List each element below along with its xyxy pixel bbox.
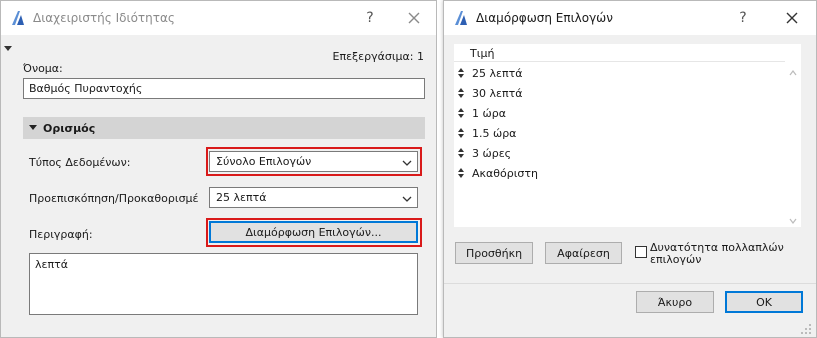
dialog-title: Διαμόρφωση Επιλογών	[476, 11, 613, 25]
option-value: 1 ώρα	[472, 106, 506, 120]
expand-arrow-icon[interactable]	[4, 42, 12, 55]
option-value: 3 ώρες	[472, 146, 512, 160]
configure-options-titlebar: Διαμόρφωση Επιλογών ?	[444, 1, 816, 35]
scroll-up-icon[interactable]	[789, 66, 797, 79]
chevron-down-icon	[402, 157, 412, 170]
resize-grip-icon[interactable]	[800, 323, 812, 338]
reorder-icon[interactable]	[456, 128, 466, 138]
data-type-label: Τύπος Δεδομένων:	[29, 156, 131, 169]
ok-button[interactable]: ΟΚ	[725, 291, 803, 313]
footer-divider	[444, 283, 816, 284]
option-value: 30 λεπτά	[472, 86, 523, 100]
header-divider	[454, 61, 785, 62]
close-icon[interactable]	[405, 9, 423, 27]
option-row[interactable]: 1 ώρα	[456, 105, 506, 121]
multi-select-label: Δυνατότητα πολλαπλών επιλογών	[650, 242, 784, 266]
archicad-app-icon	[10, 10, 26, 26]
scroll-down-icon[interactable]	[789, 214, 797, 227]
description-textarea[interactable]: λεπτά	[29, 253, 418, 315]
configure-options-button[interactable]: Διαμόρφωση Επιλογών...	[209, 221, 418, 243]
value-column-header: Τιμή	[470, 47, 495, 60]
option-value: 1.5 ώρα	[472, 126, 517, 140]
remove-button[interactable]: Αφαίρεση	[545, 242, 622, 264]
editable-count: Επεξεργάσιμα: 1	[332, 50, 425, 63]
description-label: Περιγραφή:	[29, 228, 93, 241]
property-manager-titlebar: Διαχειριστής Ιδιότητας ?	[1, 1, 436, 35]
close-icon[interactable]	[783, 9, 801, 27]
data-type-value: Σύνολο Επιλογών	[216, 155, 312, 168]
reorder-icon[interactable]	[456, 88, 466, 98]
option-row[interactable]: Ακαθόριστη	[456, 165, 538, 181]
reorder-icon[interactable]	[456, 108, 466, 118]
multi-select-label-line2: επιλογών	[650, 253, 702, 266]
chevron-down-icon	[402, 193, 412, 206]
add-button[interactable]: Προσθήκη	[455, 242, 533, 264]
preview-default-label: Προεπισκόπηση/Προκαθορισμέ	[29, 192, 199, 205]
preview-default-value: 25 λεπτά	[216, 191, 267, 204]
preview-default-dropdown[interactable]: 25 λεπτά	[209, 187, 418, 208]
section-title: Ορισμός	[43, 121, 96, 135]
name-input[interactable]: Βαθμός Πυραντοχής	[23, 78, 425, 99]
data-type-dropdown[interactable]: Σύνολο Επιλογών	[209, 151, 418, 172]
reorder-icon[interactable]	[456, 68, 466, 78]
collapse-triangle-icon	[29, 125, 37, 131]
help-button[interactable]: ?	[734, 9, 752, 27]
property-manager-window: Διαχειριστής Ιδιότητας ? Επεξεργάσιμα: 1…	[0, 0, 437, 338]
help-button[interactable]: ?	[361, 9, 379, 27]
option-row[interactable]: 25 λεπτά	[456, 65, 522, 81]
option-value: Ακαθόριστη	[472, 166, 538, 180]
name-label: Όνομα:	[23, 62, 63, 75]
multi-select-checkbox[interactable]	[635, 246, 647, 258]
archicad-app-icon	[453, 10, 469, 26]
option-value: 25 λεπτά	[472, 66, 523, 80]
option-row[interactable]: 30 λεπτά	[456, 85, 522, 101]
definition-section-header[interactable]: Ορισμός	[23, 117, 425, 139]
reorder-icon[interactable]	[456, 148, 466, 158]
cancel-button[interactable]: Άκυρο	[636, 291, 714, 313]
option-row[interactable]: 3 ώρες	[456, 145, 511, 161]
options-list[interactable]: Τιμή 25 λεπτά 30 λεπτά 1 ώρα 1.5 ώρα 3 ώρες Α…	[454, 44, 801, 227]
reorder-icon[interactable]	[456, 168, 466, 178]
option-row[interactable]: 1.5 ώρα	[456, 125, 516, 141]
